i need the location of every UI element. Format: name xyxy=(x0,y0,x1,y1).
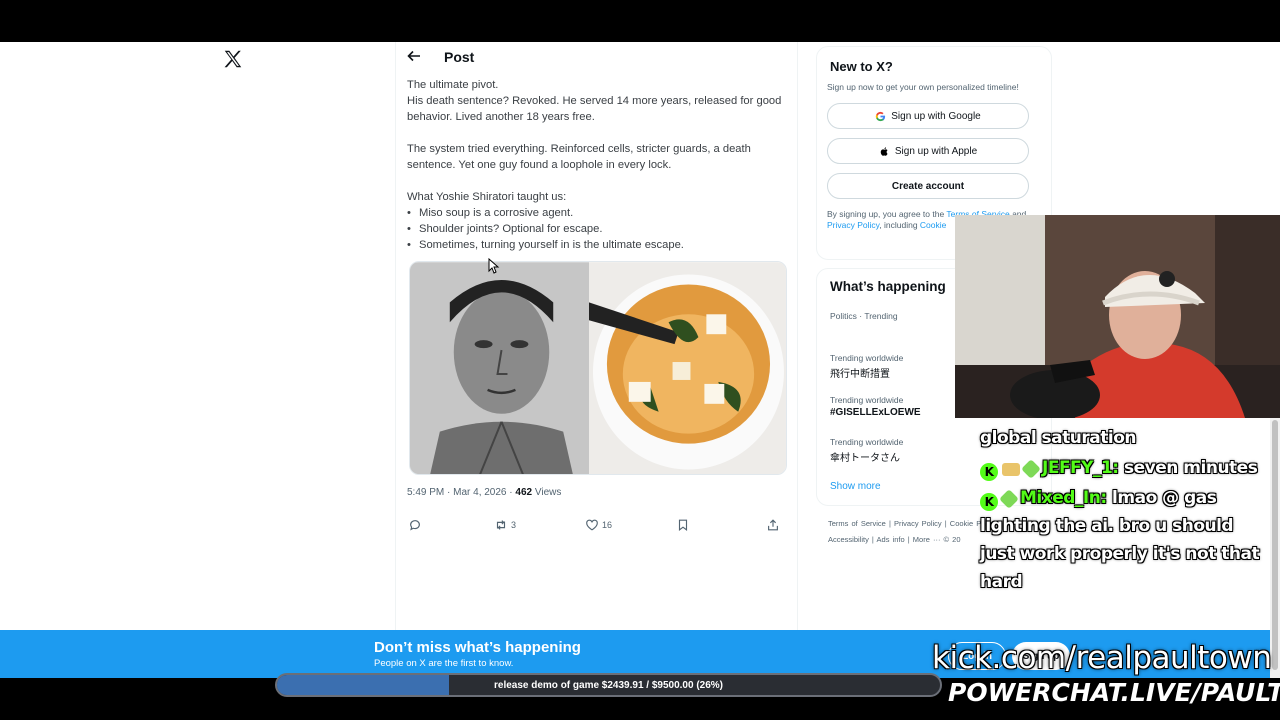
back-arrow-icon[interactable] xyxy=(406,48,422,64)
chat-username: JEFFY_1: xyxy=(1042,458,1119,478)
google-icon xyxy=(876,111,886,121)
tweet-media[interactable] xyxy=(409,261,787,475)
stream-chat-overlay: global saturation K JEFFY_1: seven minute… xyxy=(980,424,1270,598)
banner-subtitle: People on X are the first to know. xyxy=(374,658,514,669)
sub-badge-icon xyxy=(1002,463,1020,476)
repost-button[interactable]: 3 xyxy=(494,518,516,532)
apple-icon xyxy=(880,146,888,156)
bookmark-button[interactable] xyxy=(676,518,690,532)
gem-badge-icon xyxy=(1021,459,1041,479)
happening-title: What’s happening xyxy=(830,279,946,294)
repost-icon xyxy=(496,520,506,530)
powerchat-url-overlay: POWERCHAT.LIVE/PAULTOWN xyxy=(948,678,1280,707)
google-signup-button[interactable]: Sign up with Google xyxy=(827,103,1029,129)
scrollbar-thumb[interactable] xyxy=(1272,420,1278,670)
goal-label: release demo of game $2439.91 / $9500.00… xyxy=(493,679,724,691)
terms-text: , including xyxy=(879,220,920,230)
like-count: 16 xyxy=(602,520,613,530)
trend-name[interactable]: #GISELLExLOEWE xyxy=(830,407,921,418)
show-more-link[interactable]: Show more xyxy=(830,481,881,492)
miso-soup-photo[interactable] xyxy=(589,262,786,475)
webcam-overlay xyxy=(955,215,1280,418)
trend-name[interactable]: 傘村トータさん xyxy=(830,449,900,464)
kick-url-overlay: kick.com/realpaultown xyxy=(932,640,1272,676)
footer-link[interactable]: Ads info xyxy=(877,535,905,544)
trend-meta[interactable]: Trending worldwide xyxy=(830,353,903,363)
tweet-lesson-intro: What Yoshie Shiratori taught us: xyxy=(407,191,567,203)
trend-meta[interactable]: Trending worldwide xyxy=(830,395,903,405)
tweet-bullet: Sometimes, turning yourself in is the ul… xyxy=(407,237,787,253)
apple-signup-button[interactable]: Sign up with Apple xyxy=(827,138,1029,164)
tweet-body: The ultimate pivot. His death sentence? … xyxy=(407,77,787,253)
post-title: Post xyxy=(444,49,475,65)
share-icon xyxy=(768,519,778,531)
chat-message: K Mixed_In: lmao @ gas lighting the ai. b… xyxy=(980,484,1270,596)
footer-link[interactable]: More ··· xyxy=(913,535,941,544)
cookie-link[interactable]: Cookie xyxy=(920,220,946,230)
donation-goal-bar: release demo of game $2439.91 / $9500.00… xyxy=(275,673,942,697)
x-logo-icon[interactable] xyxy=(222,48,244,70)
reply-icon xyxy=(410,520,420,531)
footer-link[interactable]: Terms of Service xyxy=(828,519,886,528)
chat-message: global saturation xyxy=(980,424,1270,452)
chat-message-text: seven minutes xyxy=(1118,458,1258,478)
tweet-line: The ultimate pivot. xyxy=(407,79,499,91)
kick-badge-icon: K xyxy=(980,463,998,481)
gem-badge-icon xyxy=(999,489,1019,509)
chat-message: K JEFFY_1: seven minutes xyxy=(980,454,1270,482)
views-label: Views xyxy=(532,487,562,498)
terms-text: By signing up, you agree to the xyxy=(827,209,947,219)
mouse-cursor-icon xyxy=(488,258,500,274)
trend-meta[interactable]: Trending worldwide xyxy=(830,437,903,447)
banner-title: Don’t miss what’s happening xyxy=(374,639,581,656)
heart-icon xyxy=(586,519,598,531)
create-account-button[interactable]: Create account xyxy=(827,173,1029,199)
top-black-bar xyxy=(0,0,1280,42)
share-button[interactable] xyxy=(766,518,780,532)
signup-title: New to X? xyxy=(830,59,893,74)
portrait-photo[interactable] xyxy=(410,262,590,475)
apple-signup-label: Sign up with Apple xyxy=(894,145,978,157)
chat-message-text: global saturation xyxy=(980,428,1136,448)
tweet-timestamp[interactable]: 5:49 PM · Mar 4, 2026 · xyxy=(407,487,515,498)
post-column: Post The ultimate pivot. His death sente… xyxy=(395,42,798,678)
tweet-actions: 3 16 xyxy=(408,518,788,538)
repost-count: 3 xyxy=(511,520,517,530)
like-button[interactable]: 16 xyxy=(585,518,612,532)
bookmark-icon xyxy=(678,519,688,531)
chat-username: Mixed_In: xyxy=(1020,488,1107,508)
footer-link[interactable]: Privacy Policy xyxy=(894,519,942,528)
signup-subtitle: Sign up now to get your own personalized… xyxy=(827,82,1019,92)
copyright: © 20 xyxy=(943,535,961,544)
reply-button[interactable] xyxy=(408,518,422,532)
trend-name[interactable]: 飛行中断措置 xyxy=(830,365,890,380)
tweet-bullet: Miso soup is a corrosive agent. xyxy=(407,205,787,221)
google-signup-label: Sign up with Google xyxy=(891,110,981,122)
privacy-link[interactable]: Privacy Policy xyxy=(827,220,879,230)
footer-link[interactable]: Accessibility xyxy=(828,535,869,544)
trend-meta[interactable]: Politics · Trending xyxy=(830,311,898,321)
post-header: Post xyxy=(396,42,799,72)
tweet-meta: 5:49 PM · Mar 4, 2026 · 462 Views xyxy=(407,487,561,498)
create-account-label: Create account xyxy=(891,180,965,192)
views-count: 462 xyxy=(515,487,533,498)
tweet-paragraph: The system tried everything. Reinforced … xyxy=(407,143,751,171)
kick-badge-icon: K xyxy=(980,493,998,511)
tweet-line: His death sentence? Revoked. He served 1… xyxy=(407,95,782,123)
tweet-bullet: Shoulder joints? Optional for escape. xyxy=(407,221,787,237)
